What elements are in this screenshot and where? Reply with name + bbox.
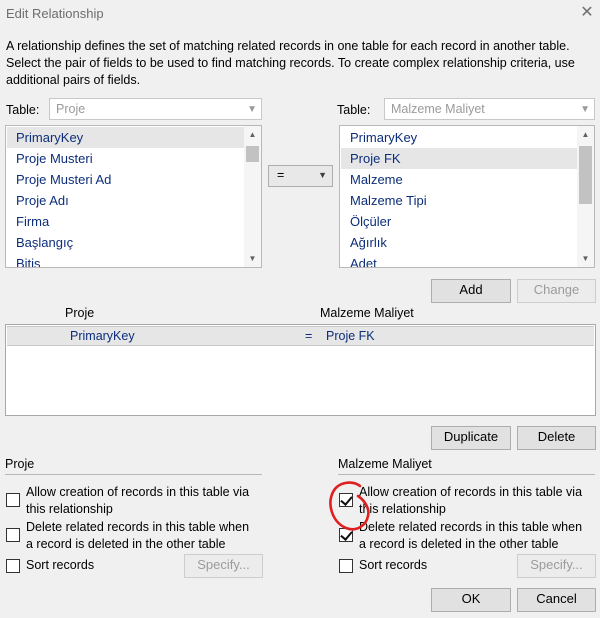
left-delete-line2: a record is deleted in the other table	[26, 537, 226, 551]
field-pairs-grid[interactable]: PrimaryKey = Proje FK	[5, 324, 596, 416]
window-title: Edit Relationship	[6, 6, 104, 21]
right-field-item[interactable]: Adet	[341, 253, 577, 267]
left-delete-related-checkbox[interactable]	[6, 528, 20, 542]
right-sort-records-label: Sort records	[359, 558, 428, 572]
left-allow-line2: this relationship	[26, 502, 113, 516]
left-table-value: Proje	[56, 102, 86, 116]
add-button[interactable]: Add	[431, 279, 511, 303]
right-specify-button[interactable]: Specify...	[517, 554, 596, 578]
close-icon[interactable]: ✕	[576, 2, 598, 24]
scroll-down-icon[interactable]: ▼	[577, 250, 594, 267]
left-allow-creation-label: Allow creation of records in this table …	[26, 484, 266, 518]
pair-left-field: PrimaryKey	[70, 329, 135, 343]
left-field-list[interactable]: PrimaryKey Proje Musteri Proje Musteri A…	[5, 125, 262, 268]
left-allow-line1: Allow creation of records in this table …	[26, 485, 250, 499]
right-field-item[interactable]: Ölçüler	[341, 211, 577, 232]
operator-value: =	[277, 168, 285, 182]
scroll-thumb[interactable]	[246, 146, 259, 162]
left-delete-line1: Delete related records in this table whe…	[26, 520, 250, 534]
pairs-right-header: Malzeme Maliyet	[320, 306, 414, 320]
left-table-select[interactable]: Proje ▼	[49, 98, 262, 120]
left-sort-records-checkbox[interactable]	[6, 559, 20, 573]
left-options-title: Proje	[5, 457, 35, 471]
right-field-item[interactable]: Ağırlık	[341, 232, 577, 253]
right-field-item[interactable]: Malzeme	[341, 169, 577, 190]
pairs-left-header: Proje	[65, 306, 95, 320]
chevron-down-icon: ▼	[247, 104, 257, 115]
right-field-item[interactable]: PrimaryKey	[341, 127, 577, 148]
left-table-label: Table:	[6, 103, 40, 117]
right-table-value: Malzeme Maliyet	[391, 102, 485, 116]
pair-operator: =	[305, 329, 313, 343]
annotation-circle-icon	[329, 481, 370, 531]
scroll-thumb[interactable]	[579, 146, 592, 204]
left-delete-related-label: Delete related records in this table whe…	[26, 519, 266, 553]
scroll-down-icon[interactable]: ▼	[244, 250, 261, 267]
table-row[interactable]: PrimaryKey = Proje FK	[7, 326, 594, 346]
right-delete-line2: a record is deleted in the other table	[359, 537, 559, 551]
right-list-scrollbar[interactable]: ▲ ▼	[577, 126, 594, 267]
left-field-item[interactable]: Proje Musteri	[7, 148, 244, 169]
left-allow-creation-checkbox[interactable]	[6, 493, 20, 507]
pair-right-field: Proje FK	[326, 329, 375, 343]
left-field-item[interactable]: PrimaryKey	[7, 127, 244, 148]
right-allow-creation-label: Allow creation of records in this table …	[359, 484, 597, 518]
left-field-item[interactable]: Firma	[7, 211, 244, 232]
delete-button[interactable]: Delete	[517, 426, 596, 450]
left-list-scrollbar[interactable]: ▲ ▼	[244, 126, 261, 267]
left-field-item[interactable]: Bitiş	[7, 253, 244, 267]
scroll-up-icon[interactable]: ▲	[244, 126, 261, 143]
title-bar: Edit Relationship ✕	[0, 0, 600, 28]
right-field-item[interactable]: Proje FK	[341, 148, 577, 169]
right-sort-records-checkbox[interactable]	[339, 559, 353, 573]
left-field-item[interactable]: Proje Adı	[7, 190, 244, 211]
right-options-title: Malzeme Maliyet	[338, 457, 432, 471]
left-field-item[interactable]: Proje Musteri Ad	[7, 169, 244, 190]
ok-button[interactable]: OK	[431, 588, 511, 612]
description-text: A relationship defines the set of matchi…	[6, 39, 575, 87]
left-options-divider	[5, 474, 262, 475]
duplicate-button[interactable]: Duplicate	[431, 426, 511, 450]
scroll-up-icon[interactable]: ▲	[577, 126, 594, 143]
chevron-down-icon: ▼	[580, 104, 590, 115]
change-button[interactable]: Change	[517, 279, 596, 303]
right-allow-line2: this relationship	[359, 502, 446, 516]
cancel-button[interactable]: Cancel	[517, 588, 596, 612]
left-sort-records-label: Sort records	[26, 558, 95, 572]
operator-select[interactable]: = ▼	[268, 165, 333, 187]
chevron-down-icon: ▼	[318, 170, 327, 180]
left-specify-button[interactable]: Specify...	[184, 554, 263, 578]
right-allow-line1: Allow creation of records in this table …	[359, 485, 583, 499]
right-delete-line1: Delete related records in this table whe…	[359, 520, 583, 534]
right-table-label: Table:	[337, 103, 371, 117]
right-field-item[interactable]: Malzeme Tipi	[341, 190, 577, 211]
right-field-list[interactable]: PrimaryKey Proje FK Malzeme Malzeme Tipi…	[339, 125, 595, 268]
right-delete-related-label: Delete related records in this table whe…	[359, 519, 597, 553]
left-field-item[interactable]: Başlangıç	[7, 232, 244, 253]
right-table-select[interactable]: Malzeme Maliyet ▼	[384, 98, 595, 120]
